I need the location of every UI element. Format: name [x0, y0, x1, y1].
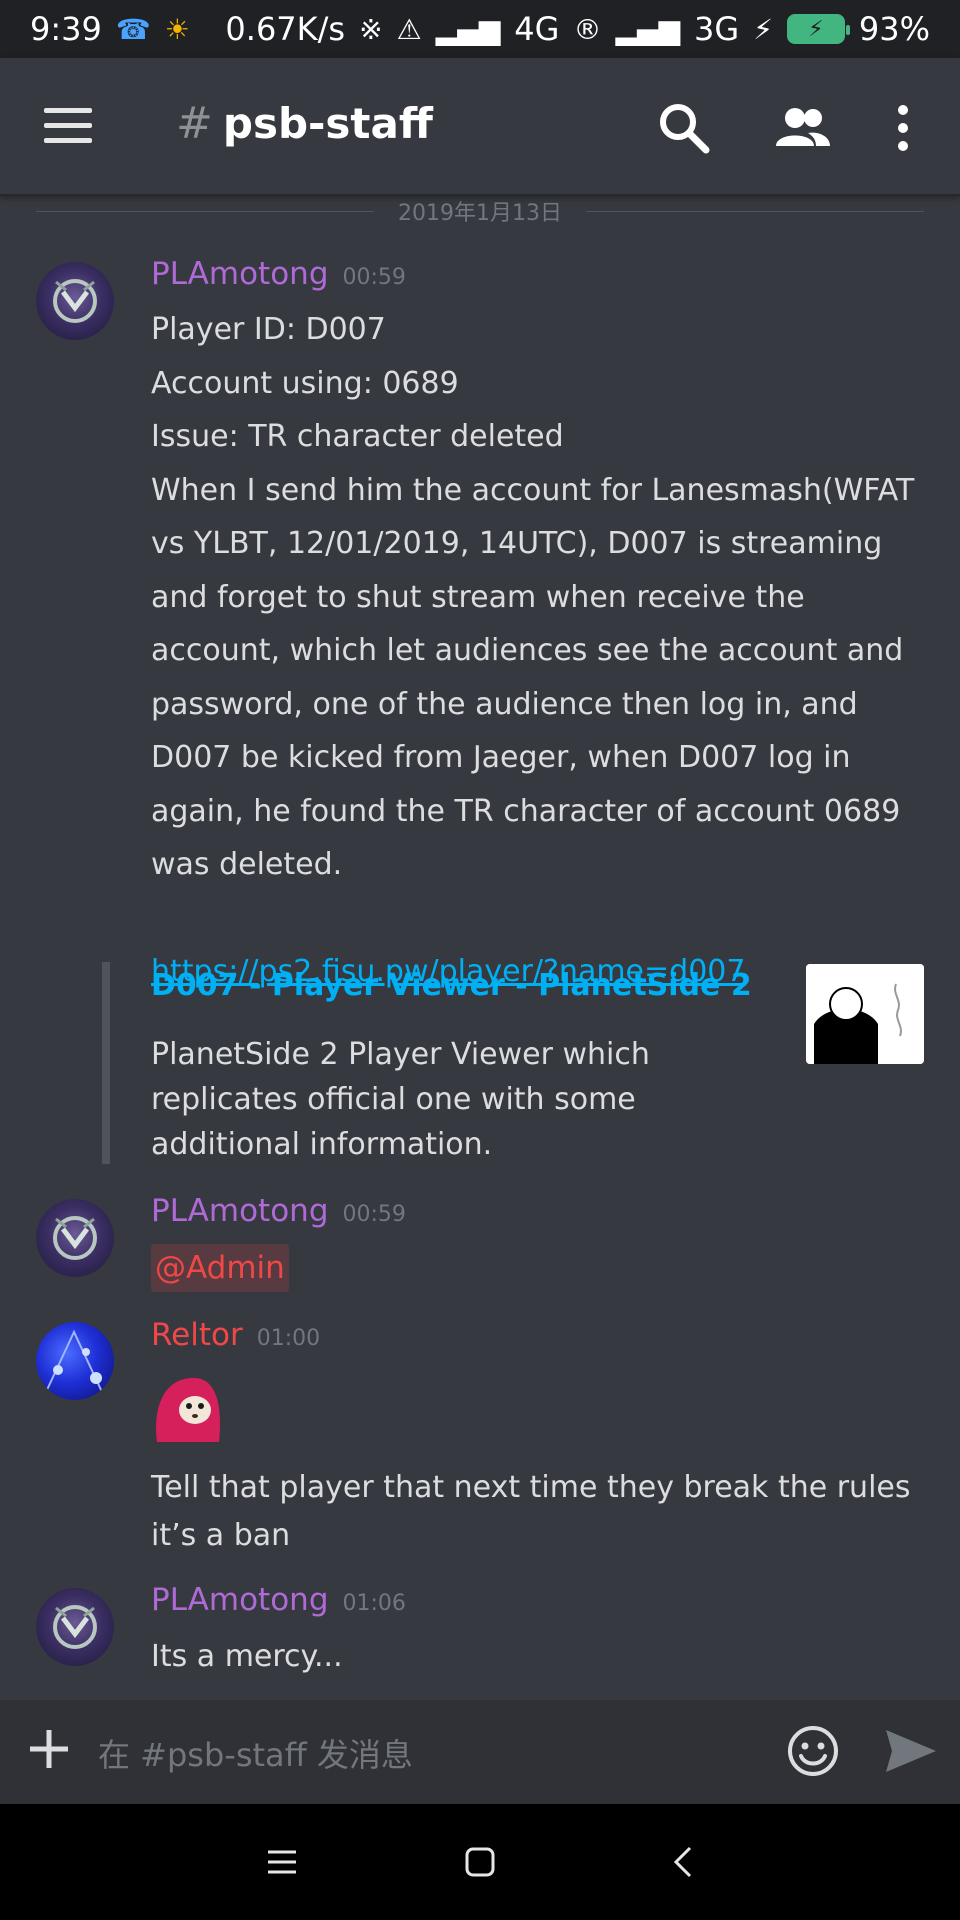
link-embed: D007 - Player Viewer - PlanetSide 2 Plan…: [102, 962, 930, 1164]
headset-icon: ☎: [115, 12, 151, 46]
message-time: 00:59: [342, 265, 406, 290]
avatar-emblem-icon: [53, 1216, 97, 1260]
message-time: 00:59: [342, 1202, 406, 1227]
network-speed: 0.67K/s: [225, 10, 346, 48]
emoji-icon[interactable]: [786, 1724, 840, 1778]
author-name[interactable]: PLAmotong: [151, 1193, 329, 1229]
date-divider: 2019年1月13日: [36, 196, 925, 226]
message-header: PLAmotong 01:06: [151, 1582, 406, 1618]
channel-name: psb-staff: [222, 99, 433, 148]
message-line: Account using: 0689: [151, 365, 459, 401]
message-content: Tell that player that next time they bre…: [151, 1464, 931, 1560]
embed-thumbnail-image: [806, 964, 924, 1064]
message-line: Issue: TR character deleted: [151, 419, 564, 454]
avatar-emblem-icon: [53, 279, 97, 323]
avatar-snowflake-icon: [45, 1329, 103, 1393]
hash-icon: #: [176, 98, 213, 149]
recents-icon[interactable]: [262, 1842, 302, 1882]
members-icon[interactable]: [772, 100, 832, 156]
embed-title[interactable]: D007 - Player Viewer - PlanetSide 2: [151, 968, 752, 1003]
signal-icon: ▂▄▆: [435, 12, 501, 46]
avatar[interactable]: [36, 1588, 114, 1666]
roaming-icon: ®: [573, 12, 602, 46]
status-left: 9:39 ☎ ☀: [30, 10, 190, 48]
message-line: Player ID: D007: [151, 312, 386, 347]
signal-icon-2: ▂▄▆: [615, 12, 681, 46]
avatar[interactable]: [36, 262, 114, 340]
message-time: 01:00: [256, 1326, 321, 1351]
message-content: Player ID: D007 Account using: 0689 Issu…: [151, 303, 931, 998]
author-name[interactable]: Reltor: [151, 1317, 243, 1353]
battery-level: 93%: [858, 10, 930, 48]
message-header: PLAmotong 00:59: [151, 1193, 406, 1229]
message-header: PLAmotong 00:59: [151, 256, 406, 292]
send-icon[interactable]: [884, 1726, 938, 1776]
date-label: 2019年1月13日: [398, 201, 562, 226]
plus-icon[interactable]: [26, 1726, 72, 1772]
battery-icon: ⚡: [786, 14, 850, 44]
author-name[interactable]: PLAmotong: [151, 1582, 329, 1618]
network-type-2: 3G: [694, 10, 740, 48]
message-content: @Admin: [151, 1242, 931, 1296]
message-composer: 在 #psb-staff 发消息: [0, 1700, 960, 1804]
embed-thumbnail[interactable]: [806, 964, 924, 1064]
status-bar: 9:39 ☎ ☀ 0.67K/s ※ ⚠ ▂▄▆ 4G ® ▂▄▆ 3G ⚡ ⚡…: [0, 0, 960, 58]
more-options-icon[interactable]: [888, 100, 918, 156]
mute-bell-icon: ⚠: [396, 12, 422, 46]
home-icon[interactable]: [460, 1842, 500, 1882]
hooded-dog-emoji-icon[interactable]: [151, 1372, 225, 1446]
sun-icon: ☀: [164, 12, 190, 46]
system-nav-bar: [0, 1804, 960, 1920]
message-input[interactable]: 在 #psb-staff 发消息: [98, 1730, 413, 1776]
bluetooth-icon: ※: [359, 12, 383, 46]
channel-title: # psb-staff: [176, 98, 433, 149]
message-header: Reltor 01:00: [151, 1317, 320, 1353]
avatar-emblem-icon: [53, 1605, 97, 1649]
status-right: 0.67K/s ※ ⚠ ▂▄▆ 4G ® ▂▄▆ 3G ⚡ ⚡ 93%: [225, 10, 930, 48]
channel-header: # psb-staff: [0, 58, 960, 196]
avatar[interactable]: [36, 1322, 114, 1400]
status-time: 9:39: [30, 10, 102, 48]
author-name[interactable]: PLAmotong: [151, 256, 329, 292]
menu-icon[interactable]: [44, 108, 92, 144]
admin-mention[interactable]: @Admin: [151, 1244, 289, 1292]
message-line: Its a mercy...: [151, 1639, 343, 1674]
network-type-1: 4G: [514, 10, 560, 48]
message-content: Its a mercy...: [151, 1630, 931, 1684]
avatar[interactable]: [36, 1199, 114, 1277]
message-line: Tell that player that next time they bre…: [151, 1470, 911, 1553]
message-line: When I send him the account for Lanesmas…: [151, 472, 915, 883]
charging-icon: ⚡: [753, 12, 773, 46]
search-icon[interactable]: [656, 100, 712, 156]
message-time: 01:06: [342, 1591, 406, 1616]
back-icon[interactable]: [664, 1842, 704, 1882]
embed-description: PlanetSide 2 Player Viewer which replica…: [151, 1037, 650, 1162]
